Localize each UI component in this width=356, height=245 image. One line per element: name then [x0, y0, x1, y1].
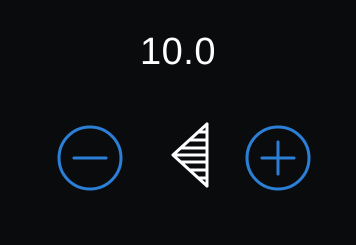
speaker-volume-icon [165, 118, 215, 194]
decrease-button[interactable] [56, 124, 124, 192]
increase-button[interactable] [244, 124, 312, 192]
volume-control-panel: 10.0 [0, 0, 356, 245]
minus-circle-icon [57, 125, 123, 191]
value-readout: 10.0 [140, 31, 216, 73]
plus-circle-icon [245, 125, 311, 191]
